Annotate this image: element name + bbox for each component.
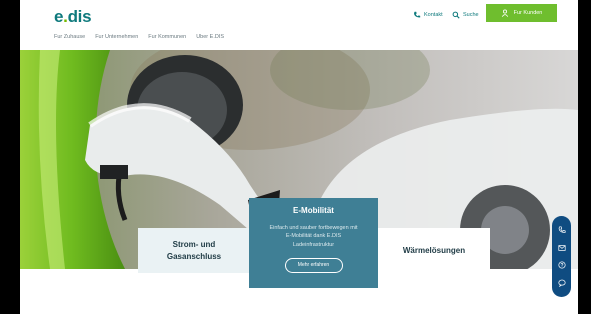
faq-icon[interactable] <box>557 261 566 269</box>
search-icon <box>452 11 460 19</box>
contact-label: Kontakt <box>424 12 443 18</box>
nav-item-municipalities[interactable]: Fur Kommunen <box>148 34 186 40</box>
card-e-mobility-description: Einfach und sauber fortbewegen mit E-Mob… <box>269 224 358 248</box>
chat-icon[interactable] <box>557 279 566 288</box>
nav-item-home[interactable]: Fur Zuhause <box>54 34 85 40</box>
edis-logo[interactable]: e.dis <box>54 7 92 27</box>
card-e-mobility[interactable]: E-Mobilität Einfach und sauber fortbeweg… <box>249 198 378 288</box>
nav-item-about[interactable]: Uber E.DIS <box>196 34 224 40</box>
customer-login-button[interactable]: Fur Kunden <box>486 4 557 22</box>
phone-icon <box>414 11 421 18</box>
card-power-gas-line1: Strom- und <box>172 239 216 249</box>
mail-icon[interactable] <box>557 244 566 252</box>
contact-sidebar <box>552 216 571 297</box>
contact-link[interactable]: Kontakt <box>413 11 443 19</box>
search-label: Suche <box>463 12 479 18</box>
user-icon <box>501 9 508 17</box>
card-power-gas-line2: Gasanschluss <box>166 251 222 261</box>
card-heating-label: Wärmelösungen <box>402 245 466 255</box>
page: e.dis Fur Zuhause Fur Unternehmen Fur Ko… <box>20 0 578 314</box>
card-power-gas[interactable]: Strom- und Gasanschluss <box>138 228 250 273</box>
search-link[interactable]: Suche <box>452 11 479 19</box>
phone-icon[interactable] <box>558 226 566 234</box>
nav-item-business[interactable]: Fur Unternehmen <box>95 34 138 40</box>
card-e-mobility-title: E-Mobilität <box>293 206 334 215</box>
main-nav: Fur Zuhause Fur Unternehmen Fur Kommunen… <box>54 34 224 40</box>
learn-more-button[interactable]: Mehr erfahren <box>284 258 343 274</box>
customer-login-label: Fur Kunden <box>513 10 543 16</box>
card-heating-solutions[interactable]: Wärmelösungen <box>378 228 490 273</box>
